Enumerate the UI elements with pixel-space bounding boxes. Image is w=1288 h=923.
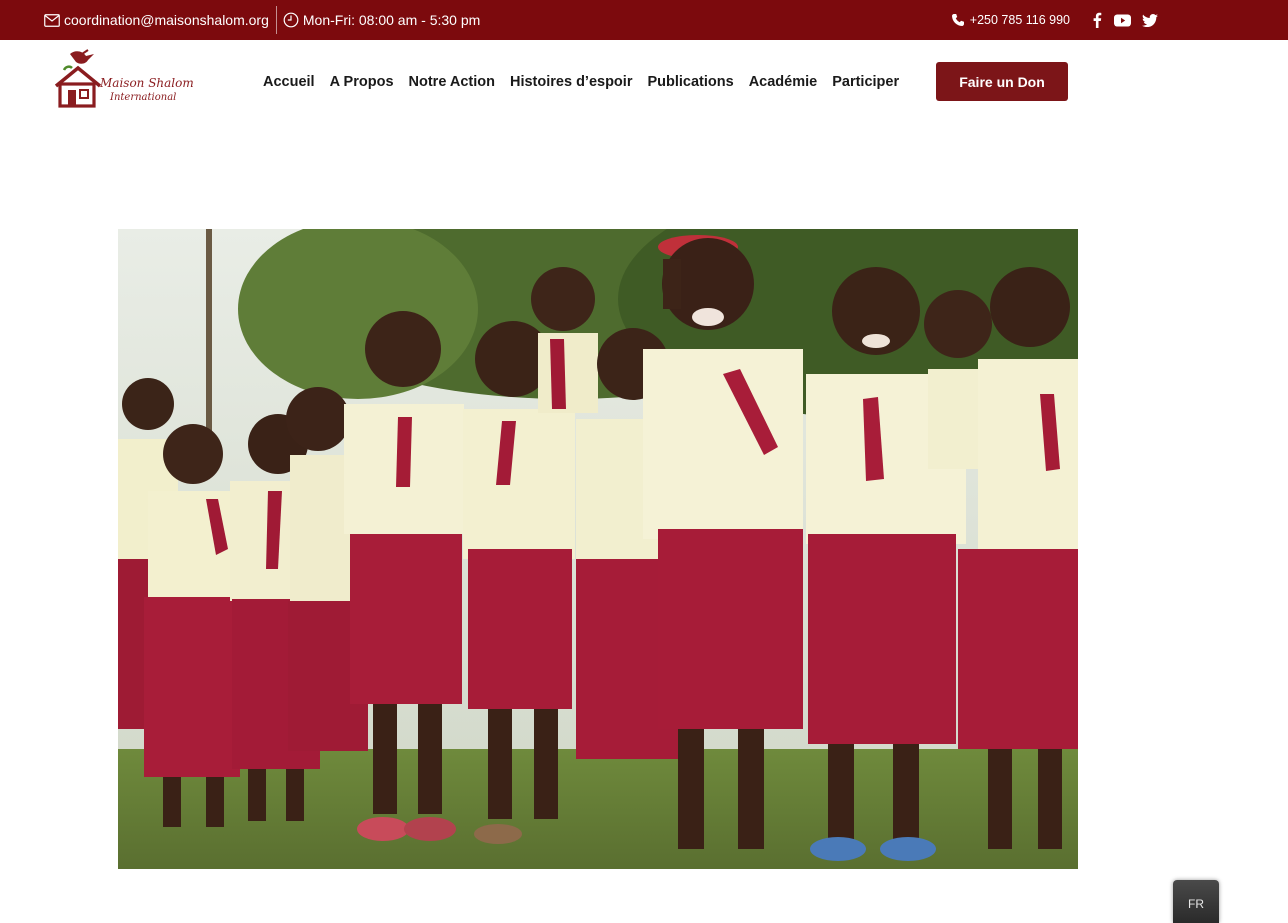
nav-publications[interactable]: Publications xyxy=(647,74,733,90)
youtube-icon[interactable] xyxy=(1114,14,1131,27)
clock-icon xyxy=(283,12,299,28)
donate-button[interactable]: Faire un Don xyxy=(936,62,1068,101)
divider xyxy=(275,6,277,34)
logo-subname: International xyxy=(110,92,177,103)
social-links xyxy=(1092,12,1158,28)
phone-icon xyxy=(951,14,964,26)
twitter-icon[interactable] xyxy=(1142,13,1158,27)
main-nav: Accueil A Propos Notre Action Histoires … xyxy=(263,40,914,124)
nav-notre-action[interactable]: Notre Action xyxy=(409,74,495,90)
nav-accueil[interactable]: Accueil xyxy=(263,74,315,90)
nav-academie[interactable]: Académie xyxy=(749,74,818,90)
hours-item: Mon-Fri: 08:00 am - 5:30 pm xyxy=(283,0,480,40)
photo-children-in-uniforms xyxy=(118,229,1078,869)
logo-name: Maison Shalom xyxy=(100,76,194,90)
facebook-icon[interactable] xyxy=(1092,12,1102,28)
main-header: Maison Shalom International Accueil A Pr… xyxy=(0,40,1288,124)
email-text[interactable]: coordination@maisonshalom.org xyxy=(64,12,269,28)
contact-right: +250 785 116 990 xyxy=(951,0,1158,40)
email-item[interactable]: coordination@maisonshalom.org xyxy=(44,0,269,40)
phone-text[interactable]: +250 785 116 990 xyxy=(970,13,1070,27)
hero-image xyxy=(118,229,1078,869)
language-label[interactable]: FR xyxy=(1188,897,1204,911)
envelope-icon xyxy=(44,13,60,27)
nav-a-propos[interactable]: A Propos xyxy=(330,74,394,90)
language-switcher[interactable]: FR xyxy=(1173,880,1219,923)
nav-participer[interactable]: Participer xyxy=(832,74,899,90)
phone-item[interactable]: +250 785 116 990 xyxy=(951,13,1070,27)
nav-histoires-espoir[interactable]: Histoires d’espoir xyxy=(510,74,632,90)
site-logo[interactable]: Maison Shalom International xyxy=(52,48,197,114)
top-bar: coordination@maisonshalom.org Mon-Fri: 0… xyxy=(0,0,1288,40)
hours-text: Mon-Fri: 08:00 am - 5:30 pm xyxy=(302,12,481,28)
contact-info: coordination@maisonshalom.org Mon-Fri: 0… xyxy=(44,0,480,40)
